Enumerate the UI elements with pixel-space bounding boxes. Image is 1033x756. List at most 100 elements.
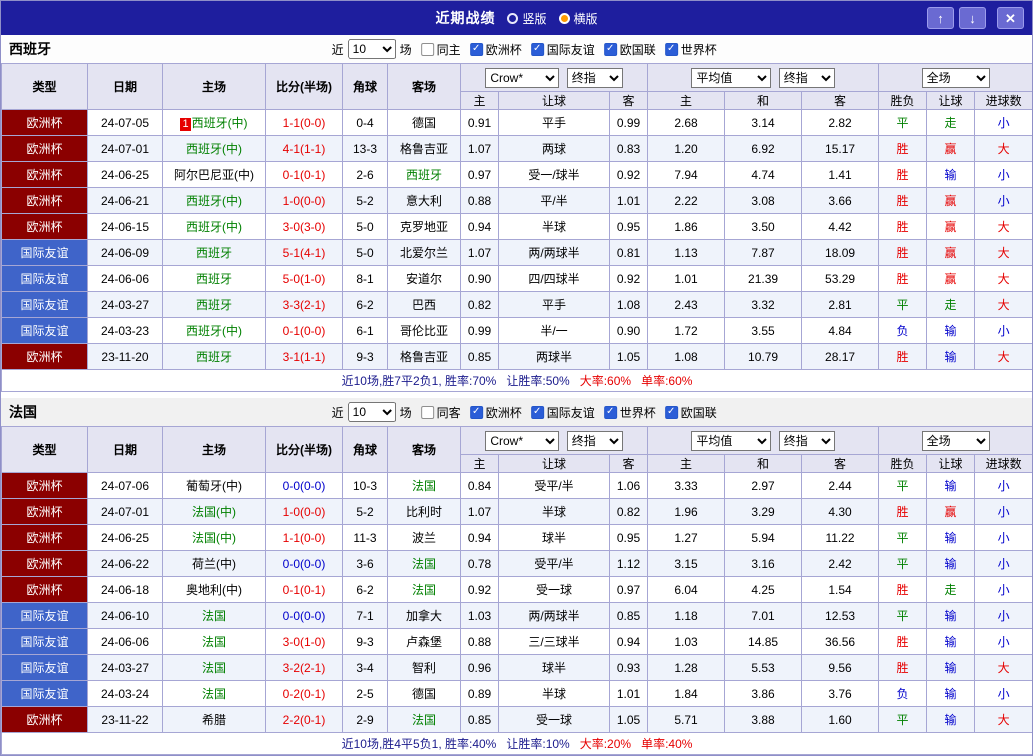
home-team-name[interactable]: 法国(中) <box>192 531 236 545</box>
eu-time-select[interactable]: 终指 <box>778 67 835 88</box>
layout-vertical-radio[interactable]: 竖版 <box>507 10 547 27</box>
competition-checkbox[interactable]: ✓ 欧国联 <box>664 404 717 421</box>
close-button[interactable]: ✕ <box>997 7 1024 29</box>
ah-source-select[interactable]: Crow* <box>485 67 560 88</box>
away-team-name[interactable]: 法国 <box>412 557 436 571</box>
competition-checkbox[interactable]: ✓ 欧洲杯 <box>469 41 522 58</box>
ah-handicap-line: 球半 <box>498 524 610 551</box>
home-team-name[interactable]: 西班牙 <box>196 272 232 286</box>
away-team-name[interactable]: 智利 <box>412 661 436 675</box>
away-team-name[interactable]: 巴西 <box>412 298 436 312</box>
eu-time-select[interactable]: 终指 <box>778 430 835 451</box>
competition-checkbox[interactable]: ✓ 国际友谊 <box>530 41 595 58</box>
home-team-name[interactable]: 西班牙(中) <box>186 142 242 156</box>
section-summary: 近10场,胜4平5负1, 胜率:40% 让胜率:10% 大率:20% 单率:40% <box>1 732 1032 755</box>
same-venue-checkbox[interactable]: 同主 <box>420 41 461 58</box>
match-score[interactable]: 3-2(2-1) <box>265 654 343 681</box>
home-team-name[interactable]: 葡萄牙(中) <box>186 479 242 493</box>
eu-source-select[interactable]: 平均值 <box>691 430 772 451</box>
competition-checkbox[interactable]: ✓ 世界杯 <box>603 404 656 421</box>
match-score[interactable]: 0-1(0-1) <box>265 576 343 603</box>
home-team-name[interactable]: 西班牙(中) <box>192 116 248 130</box>
home-team-name[interactable]: 法国 <box>202 661 226 675</box>
match-score[interactable]: 1-1(0-0) <box>265 109 343 136</box>
away-team-name[interactable]: 安道尔 <box>406 272 442 286</box>
match-row: 欧洲杯 24-07-06 葡萄牙(中) 0-0(0-0) 10-3 法国 0.8… <box>1 472 1032 499</box>
ah-source-select[interactable]: Crow* <box>485 430 560 451</box>
home-team-name[interactable]: 法国 <box>202 687 226 701</box>
result-over-under: 大 <box>974 265 1032 292</box>
away-team-cell: 哥伦比亚 <box>387 317 461 344</box>
filter-controls: 近 10 场同主 ✓ 欧洲杯 ✓ 国际友谊 ✓ 欧国联 ✓ 世界杯 <box>332 39 717 59</box>
match-score[interactable]: 3-0(3-0) <box>265 213 343 240</box>
away-team-name[interactable]: 卢森堡 <box>406 635 442 649</box>
match-score[interactable]: 5-0(1-0) <box>265 265 343 292</box>
away-team-name[interactable]: 哥伦比亚 <box>400 324 448 338</box>
corner-score: 6-2 <box>342 576 388 603</box>
away-team-name[interactable]: 法国 <box>412 583 436 597</box>
match-score[interactable]: 1-0(0-0) <box>265 498 343 525</box>
away-team-name[interactable]: 格鲁吉亚 <box>400 142 448 156</box>
home-team-name[interactable]: 西班牙 <box>196 246 232 260</box>
home-team-name[interactable]: 西班牙 <box>196 350 232 364</box>
away-team-name[interactable]: 法国 <box>412 713 436 727</box>
home-team-name[interactable]: 法国 <box>202 609 226 623</box>
away-team-name[interactable]: 比利时 <box>406 505 442 519</box>
ah-away-odds: 1.12 <box>608 550 649 577</box>
move-up-button[interactable]: ↑ <box>927 7 954 29</box>
match-score[interactable]: 2-2(0-1) <box>265 706 343 733</box>
layout-horizontal-radio[interactable]: 横版 <box>558 10 598 27</box>
match-score[interactable]: 5-1(4-1) <box>265 239 343 266</box>
result-scope-select[interactable]: 全场 <box>921 67 990 88</box>
match-score[interactable]: 0-0(0-0) <box>265 602 343 629</box>
match-score[interactable]: 0-0(0-0) <box>265 550 343 577</box>
ah-time-select[interactable]: 终指 <box>566 67 623 88</box>
match-score[interactable]: 4-1(1-1) <box>265 135 343 162</box>
match-score[interactable]: 1-1(0-0) <box>265 524 343 551</box>
away-team-name[interactable]: 意大利 <box>406 194 442 208</box>
match-score[interactable]: 3-3(2-1) <box>265 291 343 318</box>
match-score[interactable]: 3-0(1-0) <box>265 628 343 655</box>
away-team-name[interactable]: 加拿大 <box>406 609 442 623</box>
ah-home-odds: 0.85 <box>460 706 499 733</box>
home-team-name[interactable]: 奥地利(中) <box>186 583 242 597</box>
home-team-name[interactable]: 希腊 <box>202 713 226 727</box>
match-count-select[interactable]: 10 <box>347 39 396 59</box>
home-team-name[interactable]: 西班牙(中) <box>186 194 242 208</box>
home-team-name[interactable]: 西班牙 <box>196 298 232 312</box>
match-score[interactable]: 1-0(0-0) <box>265 187 343 214</box>
competition-checkbox[interactable]: ✓ 欧国联 <box>603 41 656 58</box>
away-team-name[interactable]: 法国 <box>412 479 436 493</box>
eu-source-select[interactable]: 平均值 <box>691 67 772 88</box>
same-venue-checkbox[interactable]: 同客 <box>420 404 461 421</box>
away-team-name[interactable]: 克罗地亚 <box>400 220 448 234</box>
home-team-name[interactable]: 法国(中) <box>192 505 236 519</box>
home-team-name[interactable]: 西班牙(中) <box>186 220 242 234</box>
home-team-name[interactable]: 西班牙(中) <box>186 324 242 338</box>
result-scope-select[interactable]: 全场 <box>921 430 990 451</box>
ah-time-select[interactable]: 终指 <box>566 430 623 451</box>
away-team-name[interactable]: 格鲁吉亚 <box>400 350 448 364</box>
match-count-select[interactable]: 10 <box>347 402 396 422</box>
match-score[interactable]: 0-0(0-0) <box>265 472 343 499</box>
eu-home-odds: 1.96 <box>647 498 726 525</box>
home-team-name[interactable]: 荷兰(中) <box>192 557 236 571</box>
competition-checkbox[interactable]: ✓ 欧洲杯 <box>469 404 522 421</box>
match-score[interactable]: 0-1(0-1) <box>265 161 343 188</box>
competition-checkbox[interactable]: ✓ 世界杯 <box>664 41 717 58</box>
away-team-name[interactable]: 德国 <box>412 116 436 130</box>
ah-away-odds: 1.05 <box>608 343 649 370</box>
away-team-name[interactable]: 波兰 <box>412 531 436 545</box>
home-team-name[interactable]: 阿尔巴尼亚(中) <box>174 168 254 182</box>
away-team-name[interactable]: 北爱尔兰 <box>400 246 448 260</box>
away-team-name[interactable]: 德国 <box>412 687 436 701</box>
col-result: 胜负 <box>878 454 928 473</box>
competition-type: 国际友谊 <box>1 602 88 629</box>
competition-checkbox[interactable]: ✓ 国际友谊 <box>530 404 595 421</box>
match-score[interactable]: 3-1(1-1) <box>265 343 343 370</box>
match-score[interactable]: 0-1(0-0) <box>265 317 343 344</box>
match-score[interactable]: 0-2(0-1) <box>265 680 343 707</box>
move-down-button[interactable]: ↓ <box>959 7 986 29</box>
away-team-name[interactable]: 西班牙 <box>406 168 442 182</box>
home-team-name[interactable]: 法国 <box>202 635 226 649</box>
